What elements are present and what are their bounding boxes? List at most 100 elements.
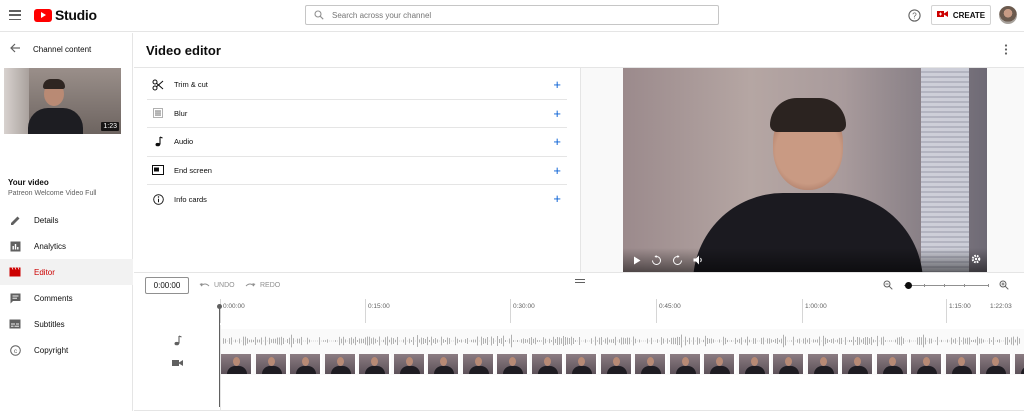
playhead[interactable] [217,304,222,407]
redo-button[interactable]: REDO [245,281,280,290]
divider [134,272,1024,273]
editor-tools-list: Trim & cut + Blur + Audio + End screen + [147,71,567,214]
video-thumbnail[interactable]: 1:23 [4,68,121,134]
undo-button[interactable]: UNDO [199,281,235,290]
video-frame-thumbnail [635,354,667,374]
back-label: Channel content [33,44,92,54]
your-video-label: Your video [8,178,49,187]
studio-logo[interactable]: Studio [34,7,97,23]
tool-audio[interactable]: Audio + [147,128,567,157]
ruler-tick-label: 0:45:00 [659,303,681,310]
sidebar-item-analytics[interactable]: Analytics [0,233,133,259]
volume-icon[interactable] [693,255,704,265]
tool-label: Info cards [174,194,207,204]
sidebar: Channel content 1:23 Your video Patreon … [0,33,133,411]
gear-icon[interactable] [971,254,981,266]
video-frame-thumbnail [807,354,840,374]
add-info-card-button[interactable]: + [553,192,561,205]
add-end-screen-button[interactable]: + [553,164,561,177]
avatar[interactable] [999,6,1017,24]
sidebar-item-copyright[interactable]: c Copyright [0,337,133,363]
sidebar-item-label: Copyright [34,345,69,355]
zoom-out-icon[interactable] [883,280,893,292]
sidebar-item-label: Subtitles [34,319,65,329]
zoom-slider-handle[interactable] [905,282,912,289]
ruler-tick-label: 0:00:00 [223,303,245,310]
timeline-ruler[interactable]: 0:00:00 0:15:00 0:30:00 0:45:00 1:00:00 … [220,299,1024,323]
clapperboard-icon [9,266,21,278]
more-vert-icon[interactable] [1004,44,1008,57]
video-title: Patreon Welcome Video Full [8,190,97,197]
play-icon[interactable] [633,256,641,265]
tool-info-cards[interactable]: Info cards + [147,185,567,214]
back-to-channel-content[interactable]: Channel content [0,33,133,65]
zoom-in-icon[interactable] [999,280,1009,292]
sidebar-item-subtitles[interactable]: Subtitles [0,311,133,337]
video-frame-thumbnail [704,354,736,374]
video-player[interactable] [623,68,987,272]
video-frame-thumbnail [566,354,598,374]
tool-label: Trim & cut [174,80,208,90]
svg-text:?: ? [912,11,917,20]
pencil-icon [9,214,21,226]
video-frame-thumbnail [911,354,943,374]
video-frame-thumbnail [221,354,253,374]
menu-icon[interactable] [9,10,21,21]
video-frame-thumbnail [945,354,978,374]
end-screen-icon [152,165,164,176]
forward-icon[interactable] [672,254,683,266]
video-frame-thumbnail [290,354,322,374]
timecode-display[interactable]: 0:00:00 [145,277,189,294]
redo-icon [245,281,256,290]
page-title: Video editor [146,43,221,58]
divider [580,68,581,272]
audio-track[interactable] [221,329,1024,353]
sidebar-nav: Details Analytics Editor Comments Subtit… [0,207,133,363]
ruler-tick-label: 1:00:00 [805,303,827,310]
tool-end-screen[interactable]: End screen + [147,157,567,185]
video-frame-thumbnail [393,354,426,374]
add-audio-button[interactable]: + [553,135,561,148]
sidebar-item-label: Editor [34,267,55,277]
ruler-tick-label: 1:15:00 [949,303,971,310]
video-frame-thumbnail [359,354,391,374]
search-box[interactable] [305,5,719,25]
sidebar-item-label: Comments [34,293,73,303]
search-icon [306,10,332,20]
undo-icon [199,281,210,290]
subtitles-icon [9,318,21,330]
ruler-tick-label: 0:15:00 [368,303,390,310]
video-frame-thumbnail [773,354,805,374]
create-button[interactable]: CREATE [931,5,991,25]
resize-handle-icon[interactable] [575,279,585,285]
video-track[interactable] [221,353,1024,375]
youtube-logo-icon [34,8,52,22]
ruler-tick: 1:00:00 [802,299,827,323]
video-frame-thumbnail [600,354,633,374]
ruler-tick-label: 0:30:00 [513,303,535,310]
analytics-icon [9,240,21,252]
video-frame-thumbnail [669,354,702,374]
ruler-tick-label: 1:22:03 [990,303,1012,310]
video-frame-thumbnail [980,354,1012,374]
tool-label: End screen [174,165,212,175]
zoom-slider[interactable] [904,284,989,287]
sidebar-item-details[interactable]: Details [0,207,133,233]
top-header: Studio ? CREATE [0,0,1024,32]
search-input[interactable] [332,10,702,20]
video-frame-thumbnail [428,354,460,374]
sidebar-item-editor[interactable]: Editor [0,259,133,285]
add-blur-button[interactable]: + [553,107,561,120]
sidebar-item-comments[interactable]: Comments [0,285,133,311]
sidebar-item-label: Analytics [34,241,67,251]
add-trim-button[interactable]: + [553,78,561,91]
tool-trim-cut[interactable]: Trim & cut + [147,71,567,100]
comment-icon [9,292,21,304]
video-frame-thumbnail [738,354,771,374]
create-label: CREATE [952,10,986,20]
tool-blur[interactable]: Blur + [147,100,567,128]
redo-label: REDO [260,282,281,289]
help-icon[interactable]: ? [908,9,921,24]
ruler-tick: 1:15:00 [946,299,971,323]
rewind-icon[interactable] [651,254,662,266]
